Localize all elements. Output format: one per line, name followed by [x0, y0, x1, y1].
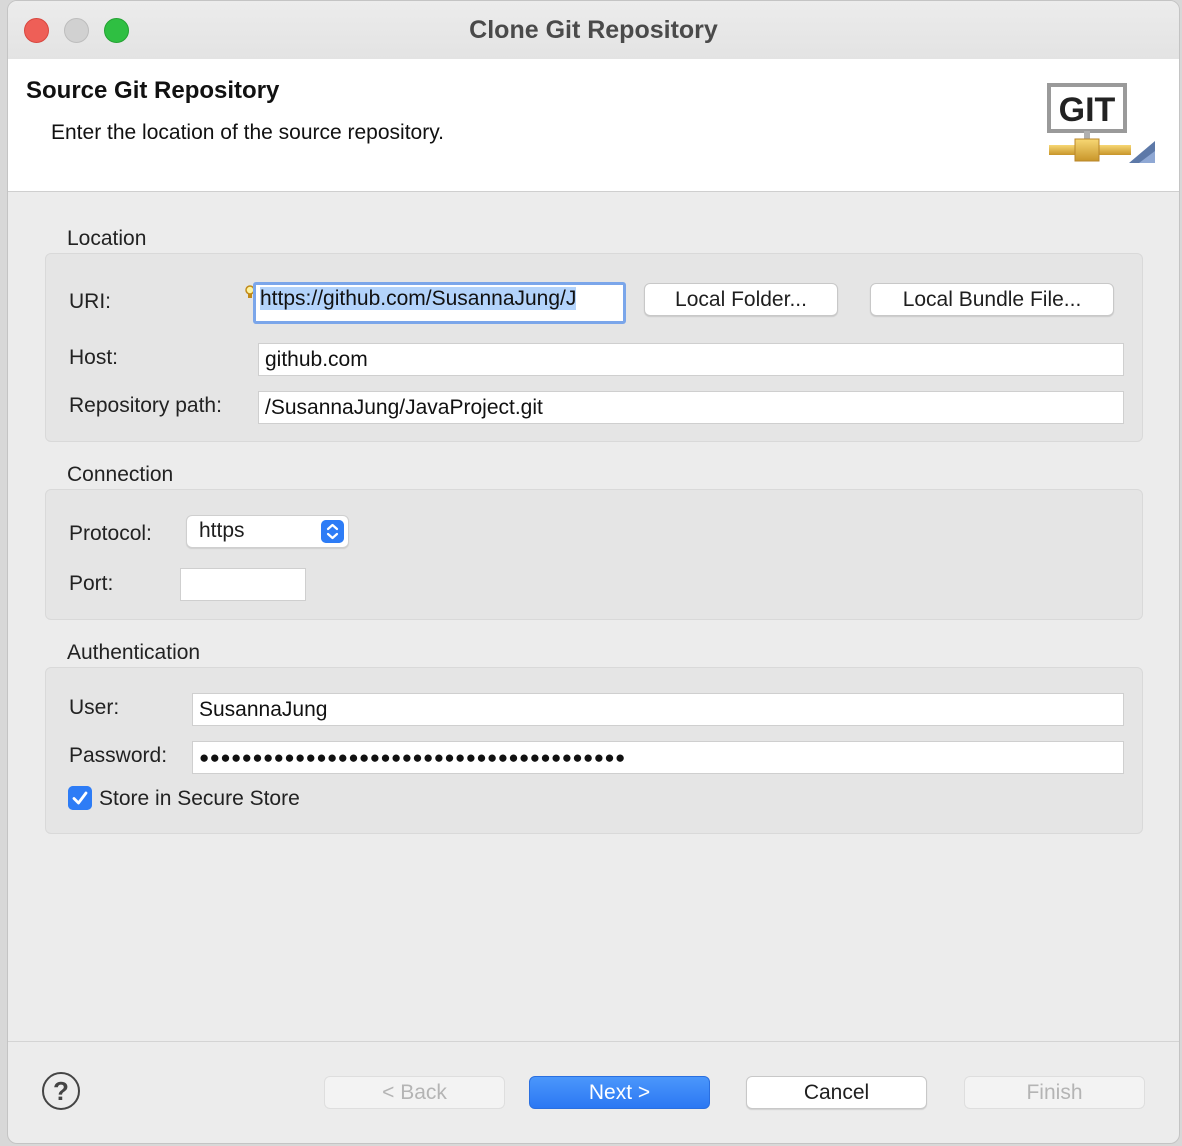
connection-group: Protocol: https Port: — [45, 489, 1143, 620]
finish-button[interactable]: Finish — [964, 1076, 1145, 1109]
location-group-label: Location — [67, 227, 147, 250]
connection-group-label: Connection — [67, 463, 174, 486]
authentication-group-label: Authentication — [67, 641, 201, 664]
password-label: Password: — [69, 744, 168, 767]
repository-path-input[interactable]: /SusannaJung/JavaProject.git — [258, 391, 1124, 424]
port-label: Port: — [69, 572, 114, 595]
clone-git-repository-dialog: Clone Git Repository Source Git Reposito… — [7, 0, 1180, 1144]
host-label: Host: — [69, 346, 119, 369]
git-logo-text: GIT — [1059, 91, 1116, 129]
protocol-select[interactable]: https — [186, 515, 349, 548]
wizard-header: Source Git Repository Enter the location… — [8, 59, 1179, 192]
window-title: Clone Git Repository — [469, 16, 718, 44]
host-input[interactable]: github.com — [258, 343, 1124, 376]
footer-separator — [8, 1041, 1179, 1042]
next-button[interactable]: Next > — [529, 1076, 710, 1109]
password-input[interactable]: ●●●●●●●●●●●●●●●●●●●●●●●●●●●●●●●●●●●●●●●● — [192, 741, 1124, 774]
page-title: Source Git Repository — [26, 77, 280, 104]
repository-path-label: Repository path: — [69, 394, 222, 417]
local-bundle-file-button[interactable]: Local Bundle File... — [870, 283, 1114, 316]
user-input[interactable]: SusannaJung — [192, 693, 1124, 726]
authentication-group: User: SusannaJung Password: ●●●●●●●●●●●●… — [45, 667, 1143, 834]
location-group: URI: https://github.com/SusannaJung/J Lo… — [45, 253, 1143, 442]
cancel-button[interactable]: Cancel — [746, 1076, 927, 1109]
protocol-select-value: https — [199, 519, 245, 542]
store-in-secure-store-label: Store in Secure Store — [99, 787, 300, 810]
port-input[interactable] — [180, 568, 306, 601]
store-in-secure-store-checkbox[interactable] — [68, 786, 92, 810]
user-label: User: — [69, 696, 120, 719]
page-description: Enter the location of the source reposit… — [51, 121, 444, 144]
protocol-label: Protocol: — [69, 522, 152, 545]
back-button[interactable]: < Back — [324, 1076, 505, 1109]
uri-input-value: https://github.com/SusannaJung/J — [260, 287, 577, 310]
uri-label: URI: — [69, 290, 111, 313]
title-bar: Clone Git Repository — [8, 1, 1179, 60]
uri-input[interactable]: https://github.com/SusannaJung/J — [253, 282, 626, 324]
local-folder-button[interactable]: Local Folder... — [644, 283, 838, 316]
git-repository-icon: GIT — [1047, 83, 1155, 163]
help-icon[interactable]: ? — [42, 1072, 80, 1110]
chevron-up-down-icon — [321, 520, 344, 543]
